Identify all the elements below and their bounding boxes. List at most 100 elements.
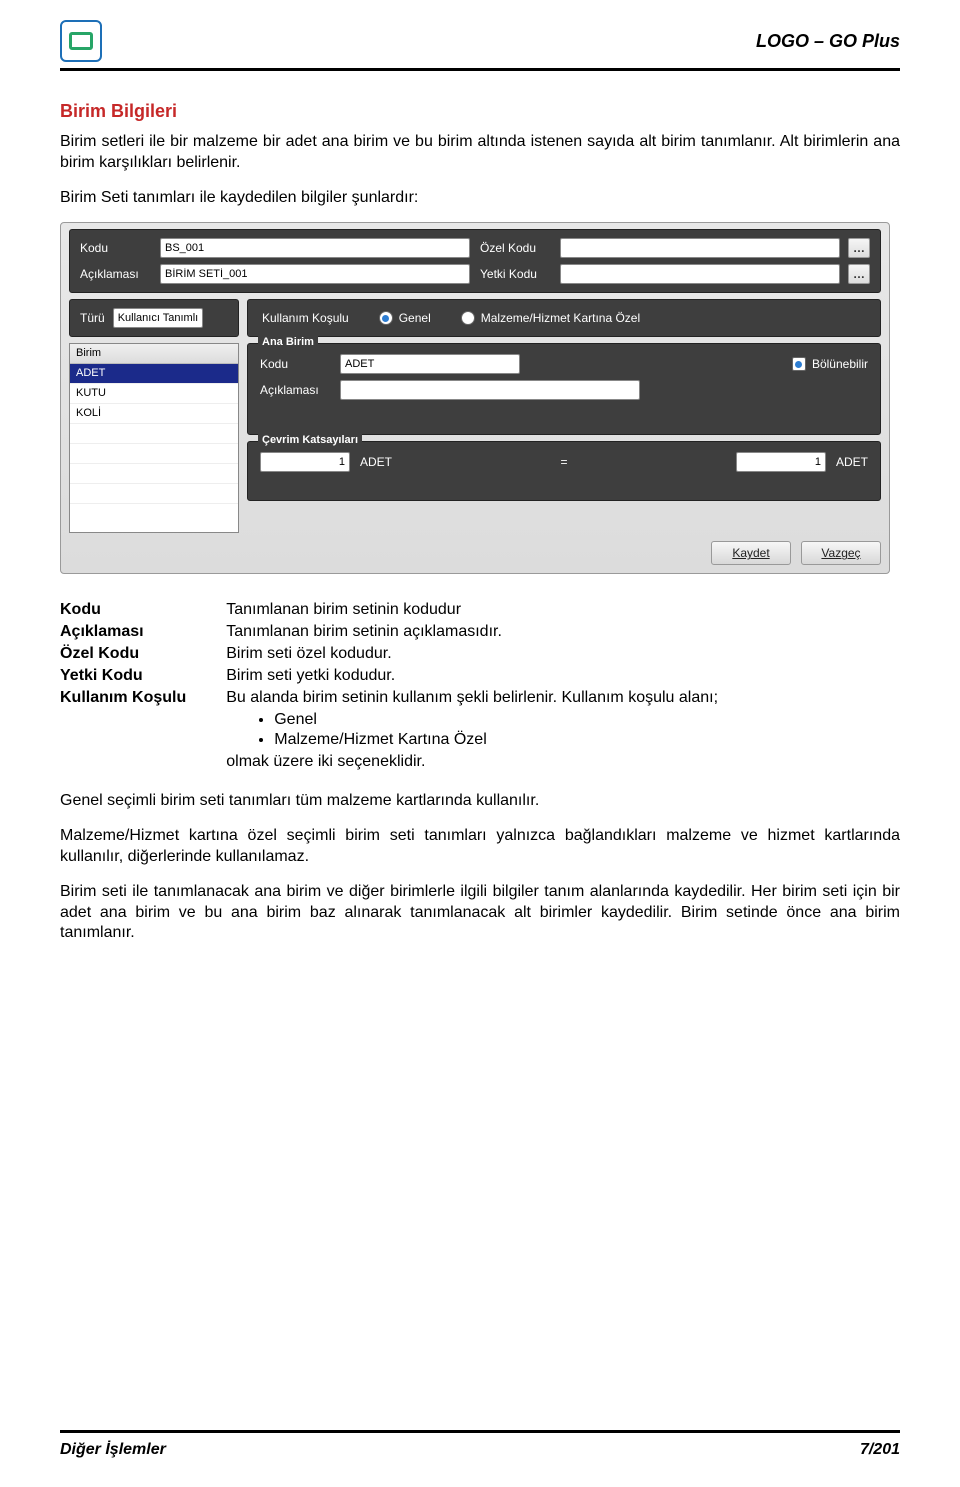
table-row: Kodu Tanımlanan birim setinin kodudur <box>60 599 718 621</box>
paragraph-ozel: Malzeme/Hizmet kartına özel seçimli biri… <box>60 826 900 868</box>
product-name: LOGO – GO Plus <box>756 31 900 52</box>
kosul-radio-ozel[interactable]: Malzeme/Hizmet Kartına Özel <box>461 311 640 325</box>
ana-aciklama-row: Açıklaması <box>260 380 868 400</box>
term-aciklama: Açıklaması <box>60 621 226 643</box>
footer-page-number: 7/201 <box>860 1441 900 1459</box>
kosul-panel: Kullanım Koşulu Genel Malzeme/Hizmet Kar… <box>247 299 881 337</box>
logo-icon <box>60 20 102 62</box>
turu-label: Türü <box>80 311 105 325</box>
footer-rule <box>60 1430 900 1433</box>
paragraph-ana-birim: Birim seti ile tanımlanacak ana birim ve… <box>60 882 900 944</box>
save-button-label: Kaydet <box>732 546 769 560</box>
ana-kodu-row: Kodu Bölünebilir <box>260 354 868 374</box>
right-pane: Ana Birim Kodu Bölünebilir Açıklaması Çe… <box>247 343 881 533</box>
top-left-col: Kodu Açıklaması <box>80 238 470 284</box>
table-row: Kullanım Koşulu Bu alanda birim setinin … <box>60 687 718 773</box>
coef-right-input[interactable] <box>736 452 826 472</box>
coef-left-unit: ADET <box>360 455 392 469</box>
term-ozel-kodu: Özel Kodu <box>60 643 226 665</box>
cancel-button-label: Vazgeç <box>821 546 860 560</box>
intro-paragraph: Birim setleri ile bir malzeme bir adet a… <box>60 132 900 174</box>
lead-paragraph: Birim Seti tanımları ile kaydedilen bilg… <box>60 188 900 209</box>
kosul-bullet-list: Genel Malzeme/Hizmet Kartına Özel <box>274 711 718 749</box>
aciklama-label: Açıklaması <box>80 267 152 281</box>
kosul-radio-genel[interactable]: Genel <box>379 311 431 325</box>
kosul-bullet-2: Malzeme/Hizmet Kartına Özel <box>274 731 718 749</box>
birim-grid-header: Birim <box>70 344 238 364</box>
radio-dot-icon <box>461 311 475 325</box>
radio-dot-selected-icon <box>379 311 393 325</box>
yetki-kodu-input[interactable] <box>560 264 840 284</box>
page-footer: Diğer İşlemler 7/201 <box>60 1430 900 1459</box>
turu-panel: Türü <box>69 299 239 337</box>
ozel-kodu-row: Özel Kodu … <box>480 238 870 258</box>
table-row: Açıklaması Tanımlanan birim setinin açık… <box>60 621 718 643</box>
def-ozel-kodu: Birim seti özel kodudur. <box>226 643 718 665</box>
turu-input[interactable] <box>113 308 203 328</box>
mid-row: Türü Kullanım Koşulu Genel Malzeme/Hizme… <box>69 299 881 337</box>
list-item[interactable] <box>70 464 238 484</box>
aciklama-input[interactable] <box>160 264 470 284</box>
birim-grid[interactable]: Birim ADET KUTU KOLİ <box>69 343 239 533</box>
cevrim-row: ADET = ADET <box>260 452 868 472</box>
top-right-col: Özel Kodu … Yetki Kodu … <box>480 238 870 284</box>
page-header: LOGO – GO Plus <box>60 20 900 62</box>
header-rule <box>60 68 900 71</box>
ana-birim-legend: Ana Birim <box>258 336 318 348</box>
top-panel: Kodu Açıklaması Özel Kodu … Yetki Kodu … <box>69 229 881 293</box>
save-button[interactable]: Kaydet <box>711 541 791 565</box>
kodu-row: Kodu <box>80 238 470 258</box>
ana-kodu-input[interactable] <box>340 354 520 374</box>
kosul-opt2-label: Malzeme/Hizmet Kartına Özel <box>481 311 640 325</box>
button-bar: Kaydet Vazgeç <box>69 541 881 565</box>
list-item[interactable]: KOLİ <box>70 404 238 424</box>
list-item[interactable] <box>70 424 238 444</box>
def-kodu: Tanımlanan birim setinin kodudur <box>226 599 718 621</box>
ozel-kodu-input[interactable] <box>560 238 840 258</box>
def-kosul-lead: Bu alanda birim setinin kullanım şekli b… <box>226 689 718 706</box>
paragraph-genel: Genel seçimli birim seti tanımları tüm m… <box>60 791 900 812</box>
ozel-kodu-lookup-button[interactable]: … <box>848 238 870 258</box>
ana-kodu-label: Kodu <box>260 357 332 371</box>
footer-left: Diğer İşlemler <box>60 1441 166 1459</box>
cevrim-legend: Çevrim Katsayıları <box>258 434 362 446</box>
def-kosul-trail: olmak üzere iki seçeneklidir. <box>226 753 425 770</box>
table-row: Özel Kodu Birim seti özel kodudur. <box>60 643 718 665</box>
def-kosul: Bu alanda birim setinin kullanım şekli b… <box>226 687 718 773</box>
aciklama-row: Açıklaması <box>80 264 470 284</box>
section-title: Birim Bilgileri <box>60 101 900 122</box>
kodu-input[interactable] <box>160 238 470 258</box>
term-yetki-kodu: Yetki Kodu <box>60 665 226 687</box>
yetki-kodu-row: Yetki Kodu … <box>480 264 870 284</box>
kodu-label: Kodu <box>80 241 152 255</box>
list-item[interactable]: KUTU <box>70 384 238 404</box>
kosul-opt1-label: Genel <box>399 311 431 325</box>
def-yetki-kodu: Birim seti yetki kodudur. <box>226 665 718 687</box>
birim-seti-window: Kodu Açıklaması Özel Kodu … Yetki Kodu … <box>60 222 890 574</box>
kosul-label: Kullanım Koşulu <box>262 311 349 325</box>
bolunebilir-checkbox[interactable]: Bölünebilir <box>792 357 868 371</box>
footer-row: Diğer İşlemler 7/201 <box>60 1441 900 1459</box>
yetki-kodu-label: Yetki Kodu <box>480 267 552 281</box>
yetki-kodu-lookup-button[interactable]: … <box>848 264 870 284</box>
cancel-button[interactable]: Vazgeç <box>801 541 881 565</box>
cevrim-fieldset: Çevrim Katsayıları ADET = ADET <box>247 441 881 501</box>
definitions-table: Kodu Tanımlanan birim setinin kodudur Aç… <box>60 599 718 773</box>
def-aciklama: Tanımlanan birim setinin açıklamasıdır. <box>226 621 718 643</box>
checkbox-checked-icon <box>792 357 806 371</box>
ana-birim-fieldset: Ana Birim Kodu Bölünebilir Açıklaması <box>247 343 881 435</box>
coef-left-input[interactable] <box>260 452 350 472</box>
list-item[interactable] <box>70 444 238 464</box>
table-row: Yetki Kodu Birim seti yetki kodudur. <box>60 665 718 687</box>
ana-aciklama-label: Açıklaması <box>260 383 332 397</box>
bolunebilir-label: Bölünebilir <box>812 357 868 371</box>
list-item[interactable] <box>70 484 238 504</box>
term-kodu: Kodu <box>60 599 226 621</box>
ana-aciklama-input[interactable] <box>340 380 640 400</box>
logo-inner-shape <box>69 32 93 50</box>
list-item[interactable]: ADET <box>70 364 238 384</box>
bottom-row: Birim ADET KUTU KOLİ Ana Birim Kodu Bölü… <box>69 343 881 533</box>
coef-right-unit: ADET <box>836 455 868 469</box>
coef-eq: = <box>402 455 726 469</box>
ozel-kodu-label: Özel Kodu <box>480 241 552 255</box>
